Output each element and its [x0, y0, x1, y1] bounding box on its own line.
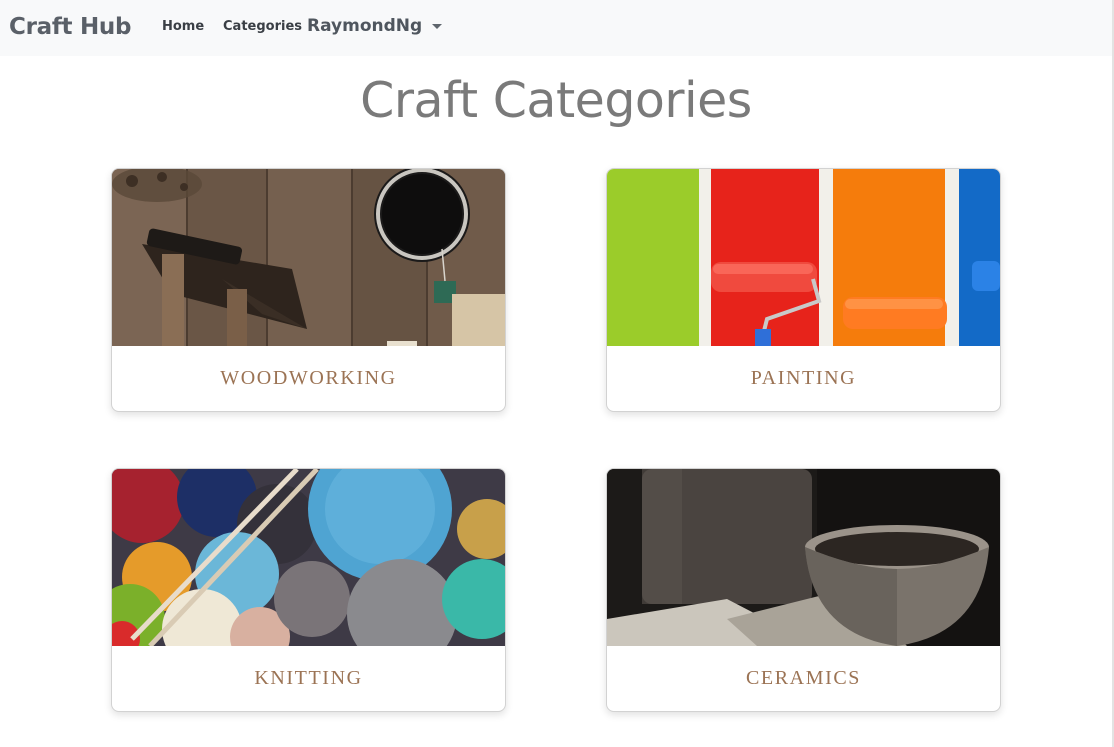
brand-link[interactable]: Craft Hub — [9, 14, 131, 40]
category-card-knitting[interactable]: KNITTING — [111, 468, 506, 712]
category-label: WOODWORKING — [220, 367, 397, 389]
category-label: KNITTING — [254, 667, 363, 689]
knitting-image — [112, 469, 505, 646]
caret-down-icon — [432, 23, 443, 29]
nav-categories-link[interactable]: Categories — [223, 19, 302, 34]
navbar: Craft Hub Home Categories RaymondNg — [0, 0, 1114, 56]
nav-home-link[interactable]: Home — [162, 19, 204, 34]
user-name: RaymondNg — [307, 16, 423, 36]
category-card-ceramics[interactable]: CERAMICS — [606, 468, 1001, 712]
page-title: Craft Categories — [360, 72, 752, 129]
user-dropdown[interactable]: RaymondNg — [307, 16, 443, 36]
ceramics-image — [607, 469, 1000, 646]
category-label: CERAMICS — [745, 667, 862, 689]
woodworking-image — [112, 169, 505, 346]
painting-image — [607, 169, 1000, 346]
category-card-painting[interactable]: PAINTING — [606, 168, 1001, 412]
category-label: PAINTING — [750, 367, 857, 389]
category-card-woodworking[interactable]: WOODWORKING — [111, 168, 506, 412]
